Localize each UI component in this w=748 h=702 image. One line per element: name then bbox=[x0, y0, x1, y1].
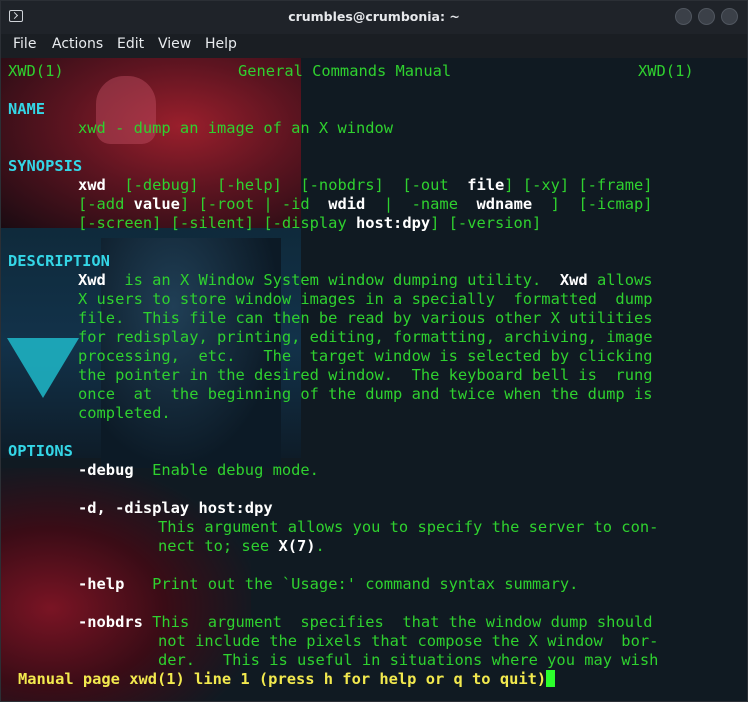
description-line: for redisplay, printing, editing, format… bbox=[78, 328, 653, 346]
description-line: X users to store window images in a spec… bbox=[78, 290, 653, 308]
window-title: crumbles@crumbonia: ~ bbox=[288, 9, 460, 24]
option-text: This argument specifies that the window … bbox=[142, 613, 653, 631]
option-text: . bbox=[315, 537, 325, 555]
option-ref: X(7) bbox=[278, 537, 316, 555]
synopsis-line-1: xwd [-debug] [-help] [-nobdrs] [-out fil… bbox=[78, 176, 653, 195]
minimize-button[interactable] bbox=[675, 8, 692, 25]
pager-status-text: Manual page xwd(1) line 1 (press h for h… bbox=[18, 670, 547, 688]
name-text: xwd - dump an image of an X window bbox=[78, 119, 394, 137]
option-flag: -d, -display bbox=[78, 499, 199, 517]
synopsis-file: file bbox=[467, 176, 505, 194]
description-xwd: Xwd bbox=[559, 271, 588, 289]
menu-file[interactable]: File bbox=[13, 36, 36, 52]
description-line: file. This file can then be read by vari… bbox=[78, 309, 653, 327]
option-flag: -help bbox=[78, 575, 125, 593]
synopsis-hostdpy: host:dpy bbox=[355, 214, 431, 232]
option-debug: -debug Enable debug mode. bbox=[78, 461, 319, 480]
synopsis-wdid: wdid bbox=[328, 195, 366, 213]
option-arg: host:dpy bbox=[198, 499, 273, 517]
synopsis-text: ] [-version] bbox=[430, 214, 542, 232]
description-text: allows bbox=[587, 271, 653, 289]
synopsis-text: ] [-root | -id bbox=[179, 195, 329, 213]
option-text: nect to; see bbox=[158, 537, 279, 555]
synopsis-text: ] [-icmap] bbox=[532, 195, 653, 213]
option-help: -help Print out the `Usage:' command syn… bbox=[78, 575, 578, 594]
maximize-button[interactable] bbox=[698, 8, 715, 25]
man-header-right: XWD(1) bbox=[638, 62, 694, 80]
description-line-1: Xwd is an X Window System window dumping… bbox=[78, 271, 653, 290]
section-name: NAME bbox=[8, 100, 46, 118]
terminal-window: crumbles@crumbonia: ~ File Actions Edit … bbox=[0, 0, 748, 702]
synopsis-line-2: [-add value] [-root | -id wdid | -name w… bbox=[78, 195, 653, 214]
text-cursor bbox=[546, 670, 556, 687]
description-xwd: Xwd bbox=[78, 271, 106, 289]
menu-help[interactable]: Help bbox=[205, 36, 237, 52]
synopsis-text: | -name bbox=[365, 195, 477, 213]
synopsis-command: xwd bbox=[78, 176, 106, 194]
option-text: der. This is useful in situations where … bbox=[158, 651, 659, 669]
wallpaper-triangle bbox=[7, 338, 79, 398]
section-options: OPTIONS bbox=[8, 442, 73, 460]
option-text: not include the pixels that compose the … bbox=[158, 632, 659, 650]
option-text: Enable debug mode. bbox=[133, 461, 319, 479]
synopsis-text: [-debug] [-help] [-nobdrs] [-out bbox=[105, 176, 468, 194]
option-text: This argument allows you to specify the … bbox=[158, 518, 659, 536]
terminal-area[interactable]: XWD(1) General Commands Manual XWD(1) NA… bbox=[1, 58, 747, 701]
synopsis-text: [-screen] [-silent] [-display bbox=[78, 214, 356, 232]
option-flag: -nobdrs bbox=[78, 613, 143, 631]
synopsis-value: value bbox=[133, 195, 180, 213]
synopsis-wdname: wdname bbox=[476, 195, 533, 213]
description-line: completed. bbox=[78, 404, 171, 422]
close-button[interactable] bbox=[721, 8, 738, 25]
man-header-center: General Commands Manual bbox=[238, 62, 452, 80]
option-text: Print out the `Usage:' command syntax su… bbox=[124, 575, 579, 593]
synopsis-text: ] [-xy] [-frame] bbox=[504, 176, 653, 194]
pager-status-line: Manual page xwd(1) line 1 (press h for h… bbox=[18, 670, 556, 689]
man-header-left: XWD(1) bbox=[8, 62, 64, 80]
menu-edit[interactable]: Edit bbox=[117, 36, 144, 52]
menu-view[interactable]: View bbox=[158, 36, 191, 52]
option-text: nect to; see X(7). bbox=[158, 537, 325, 556]
synopsis-line-3: [-screen] [-silent] [-display host:dpy] … bbox=[78, 214, 541, 233]
description-line: once at the beginning of the dump and tw… bbox=[78, 385, 653, 403]
section-synopsis: SYNOPSIS bbox=[8, 157, 83, 175]
menu-actions[interactable]: Actions bbox=[52, 36, 103, 52]
option-flag: -debug bbox=[78, 461, 134, 479]
menu-bar: File Actions Edit View Help bbox=[1, 34, 747, 58]
option-display: -d, -display host:dpy bbox=[78, 499, 273, 518]
description-text: is an X Window System window dumping uti… bbox=[105, 271, 560, 289]
description-line: processing, etc. The target window is se… bbox=[78, 347, 653, 365]
description-line: the pointer in the desired window. The k… bbox=[78, 366, 653, 384]
section-description: DESCRIPTION bbox=[8, 252, 110, 270]
title-bar[interactable]: crumbles@crumbonia: ~ bbox=[1, 1, 747, 34]
option-nobdrs: -nobdrs This argument specifies that the… bbox=[78, 613, 653, 632]
synopsis-text: [-add bbox=[78, 195, 134, 213]
